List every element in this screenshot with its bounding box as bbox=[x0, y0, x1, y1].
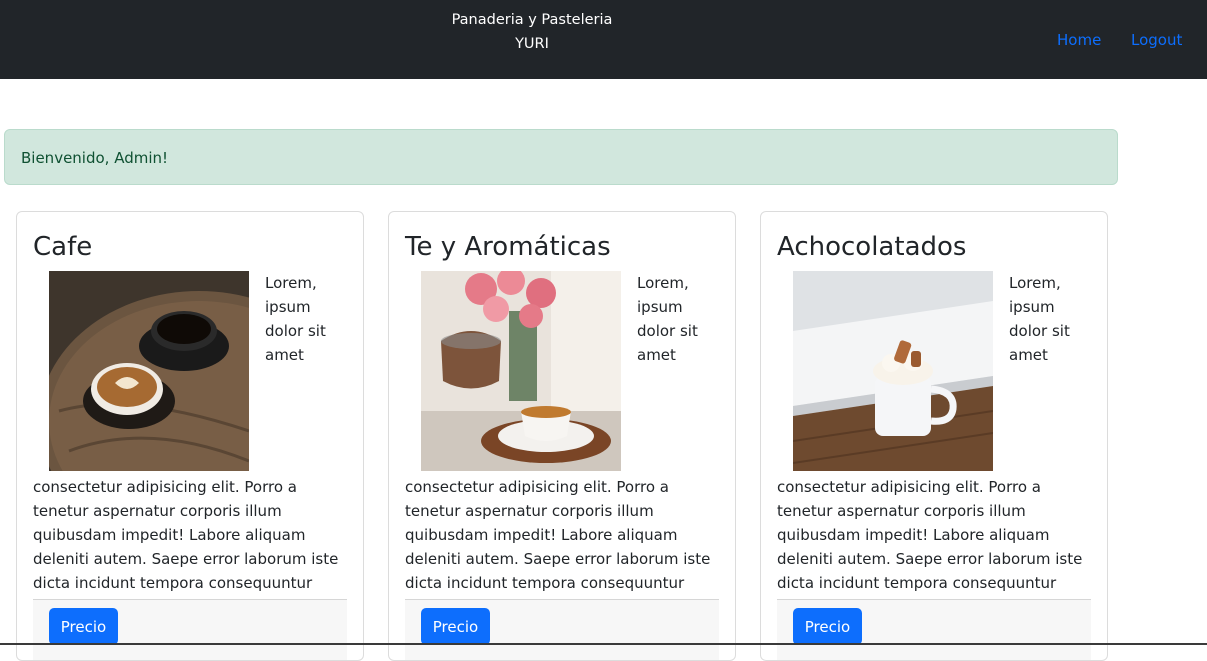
card-title: Cafe bbox=[33, 232, 93, 262]
card-footer: Precio bbox=[405, 599, 719, 660]
price-button[interactable]: Precio bbox=[793, 608, 862, 645]
card-body: Lorem, ipsum dolor sit amet consectetur … bbox=[405, 271, 721, 619]
card-body: Lorem, ipsum dolor sit amet consectetur … bbox=[777, 271, 1093, 619]
price-button[interactable]: Precio bbox=[49, 608, 118, 645]
brand-line-2: YURI bbox=[515, 36, 549, 52]
product-card-tea: Te y Aromáticas Lorem, ipsum dolor sit a… bbox=[388, 211, 736, 661]
logout-link[interactable]: Logout bbox=[1131, 29, 1182, 51]
card-footer: Precio bbox=[33, 599, 347, 660]
coffee-image bbox=[49, 271, 249, 471]
card-title: Achocolatados bbox=[777, 232, 967, 262]
product-card-chocolate: Achocolatados Lorem, ipsum dolor sit ame… bbox=[760, 211, 1108, 661]
card-footer: Precio bbox=[777, 599, 1091, 660]
brand-line-1: Panaderia y Pasteleria bbox=[451, 12, 613, 28]
price-button[interactable]: Precio bbox=[421, 608, 490, 645]
hot-chocolate-image bbox=[793, 271, 993, 471]
card-body: Lorem, ipsum dolor sit amet consectetur … bbox=[33, 271, 349, 619]
card-title: Te y Aromáticas bbox=[405, 232, 611, 262]
tea-image bbox=[421, 271, 621, 471]
brand-title[interactable]: Panaderia y Pasteleria YURI bbox=[432, 8, 632, 56]
welcome-alert-text: Bienvenido, Admin! bbox=[21, 149, 169, 167]
home-link[interactable]: Home bbox=[1057, 29, 1101, 51]
welcome-alert: Bienvenido, Admin! bbox=[4, 129, 1118, 185]
product-card-cafe: Cafe Lorem, ipsum dolor sit amet consect… bbox=[16, 211, 364, 661]
top-navbar: Panaderia y Pasteleria YURI Home Logout bbox=[0, 0, 1207, 79]
